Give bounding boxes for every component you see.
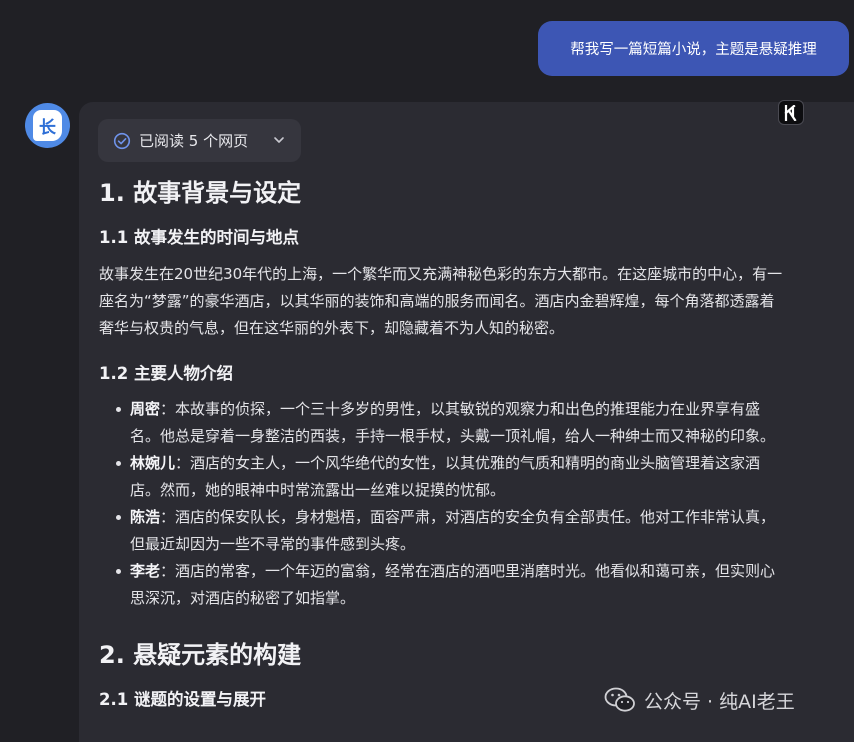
chevron-down-icon bbox=[274, 137, 284, 143]
wechat-icon bbox=[604, 687, 635, 712]
character-list: 周密：本故事的侦探，一个三十多岁的男性，以其敏锐的观察力和出色的推理能力在业界享… bbox=[99, 396, 834, 612]
character-desc-line: 但最近却因为一些不寻常的事件感到头疼。 bbox=[130, 535, 416, 553]
character-desc-line: 酒店的常客，一个年迈的富翁，经常在酒店的酒吧里消磨时光。他看似和蔼可亲，但实则心 bbox=[175, 562, 776, 580]
paragraph-line: 座名为“梦露”的豪华酒店，以其华丽的装饰和高端的服务而闻名。酒店内金碧辉煌，每个… bbox=[99, 292, 775, 310]
list-item: 陈浩：酒店的保安队长，身材魁梧，面容严肃，对酒店的安全负有全部责任。他对工作非常… bbox=[116, 504, 834, 558]
check-circle-icon bbox=[113, 132, 131, 149]
answer-content: 1. 故事背景与设定 1.1 故事发生的时间与地点 故事发生在20世纪30年代的… bbox=[99, 170, 834, 713]
sources-read-label: 已阅读 5 个网页 bbox=[139, 132, 249, 150]
list-item: 李老：酒店的常客，一个年迈的富翁，经常在酒店的酒吧里消磨时光。他看似和蔼可亲，但… bbox=[116, 558, 834, 612]
separator: ： bbox=[160, 508, 176, 526]
separator: ： bbox=[175, 454, 191, 472]
watermark-text: 公众号 · 纯AI老王 bbox=[644, 690, 795, 713]
character-name: 林婉儿 bbox=[130, 454, 176, 472]
separator: ： bbox=[160, 400, 176, 418]
subsection-heading-1-2: 1.2 主要人物介绍 bbox=[99, 364, 233, 383]
paragraph-setting: 故事发生在20世纪30年代的上海，一个繁华而又充满神秘色彩的东方大都市。在这座城… bbox=[99, 261, 834, 342]
user-message-bubble: 帮我写一篇短篇小说，主题是悬疑推理 bbox=[538, 21, 849, 76]
section-heading-1: 1. 故事背景与设定 bbox=[99, 179, 302, 207]
wechat-watermark: 公众号 · 纯AI老王 bbox=[604, 686, 795, 714]
user-message-text: 帮我写一篇短篇小说，主题是悬疑推理 bbox=[570, 42, 817, 58]
k-logo-icon bbox=[784, 104, 797, 121]
avatar-logo: 长 bbox=[33, 110, 62, 141]
character-desc-line: 店。然而，她的眼神中时常流露出一丝难以捉摸的忧郁。 bbox=[130, 481, 506, 499]
character-desc-line: 本故事的侦探，一个三十多岁的男性，以其敏锐的观察力和出色的推理能力在业界享有盛 bbox=[175, 400, 761, 418]
list-item: 林婉儿：酒店的女主人，一个风华绝代的女性，以其优雅的气质和精明的商业头脑管理着这… bbox=[116, 450, 834, 504]
character-desc-line: 酒店的保安队长，身材魁梧，面容严肃，对酒店的安全负有全部责任。他对工作非常认真， bbox=[175, 508, 776, 526]
k-logo-badge[interactable] bbox=[778, 100, 804, 125]
paragraph-line: 故事发生在20世纪30年代的上海，一个繁华而又充满神秘色彩的东方大都市。在这座城… bbox=[99, 265, 783, 283]
subsection-heading-1-1: 1.1 故事发生的时间与地点 bbox=[99, 228, 299, 247]
assistant-avatar: 长 bbox=[25, 103, 70, 148]
list-item: 周密：本故事的侦探，一个三十多岁的男性，以其敏锐的观察力和出色的推理能力在业界享… bbox=[116, 396, 834, 450]
character-name: 陈浩 bbox=[130, 508, 161, 526]
paragraph-line: 奢华与权贵的气息，但在这华丽的外表下，却隐藏着不为人知的秘密。 bbox=[99, 319, 565, 337]
character-name: 周密 bbox=[130, 400, 161, 418]
separator: ： bbox=[160, 562, 176, 580]
character-desc-line: 酒店的女主人，一个风华绝代的女性，以其优雅的气质和精明的商业头脑管理着这家酒 bbox=[190, 454, 761, 472]
character-desc-line: 名。他总是穿着一身整洁的西装，手持一根手杖，头戴一顶礼帽，给人一种绅士而又神秘的… bbox=[130, 427, 776, 445]
character-name: 李老 bbox=[130, 562, 161, 580]
character-desc-line: 思深沉，对酒店的秘密了如指掌。 bbox=[130, 589, 356, 607]
section-heading-2: 2. 悬疑元素的构建 bbox=[99, 641, 302, 669]
sources-read-toggle[interactable]: 已阅读 5 个网页 bbox=[98, 119, 301, 162]
